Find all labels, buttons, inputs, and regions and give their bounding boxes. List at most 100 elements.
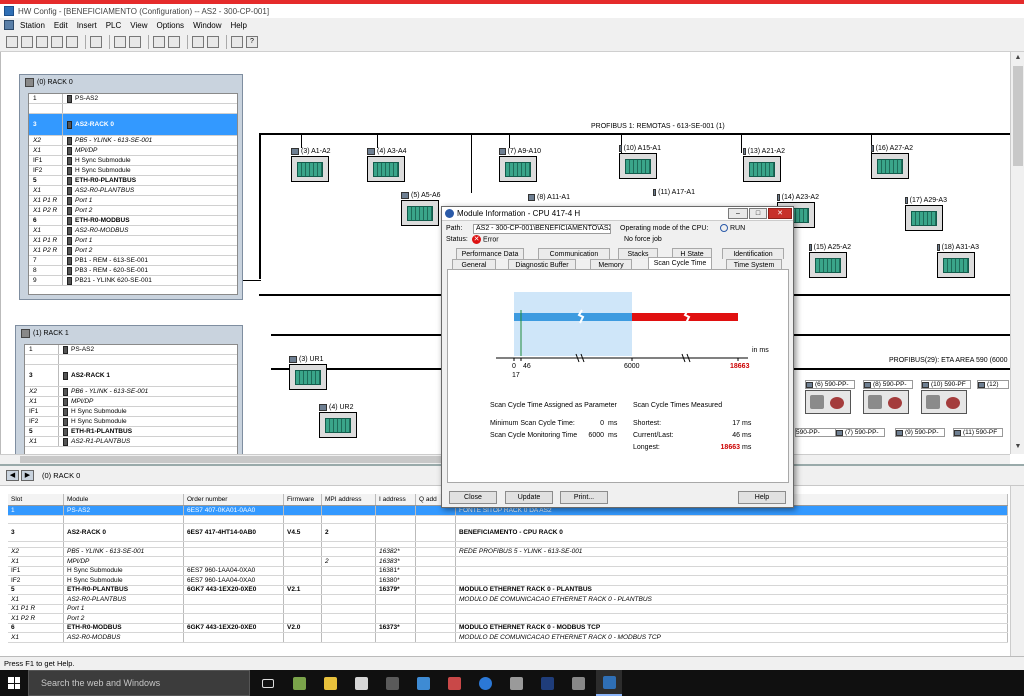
app-icon-9[interactable] xyxy=(565,670,591,696)
rack-row[interactable]: 5 ETH-R0-PLANTBUS xyxy=(29,176,237,186)
rack-row[interactable]: IF2 H Sync Submodule xyxy=(29,166,237,176)
new-icon[interactable] xyxy=(6,35,18,48)
compile-icon[interactable] xyxy=(66,35,78,48)
app-icon-6[interactable] xyxy=(441,670,467,696)
table-row[interactable]: 5 ETH-R0-PLANTBUS 6GK7 443-1EX20-0XE0 V2.1 1… xyxy=(8,585,1008,595)
rack-row[interactable]: 6 ETH-R0-MODBUS xyxy=(29,216,237,226)
network-icon[interactable] xyxy=(36,35,48,48)
paste-icon[interactable] xyxy=(129,35,141,48)
network-config-icon[interactable] xyxy=(231,35,243,48)
upload-icon[interactable] xyxy=(168,35,180,48)
rack-row-selected[interactable]: 3 AS2-RACK 0 xyxy=(29,114,237,136)
rack-row[interactable]: 9 PB21 - YLINK 620-SE-001 xyxy=(29,276,237,286)
path-field[interactable]: AS2 - 300-CP-001\BENEFICIAMENTO\AS2- xyxy=(473,224,611,234)
edge-icon[interactable] xyxy=(472,670,498,696)
app-icon-3[interactable] xyxy=(348,670,374,696)
rack-row[interactable]: 5 ETH-R1-PLANTBUS xyxy=(25,427,237,437)
menu-options[interactable]: Options xyxy=(156,21,184,30)
profibus-device-a29[interactable]: (17) A29-A3 xyxy=(905,197,947,237)
rack-row[interactable]: 1 PS-AS2 xyxy=(29,94,237,104)
rack-row[interactable]: X1 MPI/DP xyxy=(29,146,237,156)
tab-identification[interactable]: Identification xyxy=(722,248,784,259)
profibus-device-a9-a10[interactable]: (7) A9-A10 xyxy=(499,148,541,188)
profibus-device-a25[interactable]: (15) A25-A2 xyxy=(809,244,851,284)
rack-row[interactable]: X1 P1 R Port 1 xyxy=(29,196,237,206)
rack-row[interactable]: X2 PB6 - YLINK - 613-SE-001 xyxy=(25,387,237,397)
rack1-box[interactable]: (1) RACK 1 1 PS-AS2 3 AS2-RACK 1 X2 PB6 - Y… xyxy=(15,325,243,454)
profibus-device-a21[interactable]: (13) A21-A2 xyxy=(743,148,785,188)
profibus-device-a27[interactable]: (16) A27-A2 xyxy=(871,145,913,185)
save-icon[interactable] xyxy=(51,35,63,48)
app-icon-2[interactable] xyxy=(317,670,343,696)
app-icon-8[interactable] xyxy=(534,670,560,696)
pp-device-9[interactable]: (9) 590-PP- xyxy=(895,428,945,454)
table-row[interactable]: X1 MPI/DP 2 16383* xyxy=(8,557,1008,567)
help-icon[interactable]: ? xyxy=(246,35,258,48)
menu-window[interactable]: Window xyxy=(193,21,221,30)
table-row[interactable]: 3 AS2-RACK 0 6ES7 417-4HT14-0AB0 V4.5 2 BENEF… xyxy=(8,523,1008,542)
profibus-device-a31[interactable]: (18) A31-A3 xyxy=(937,244,979,284)
pp-device-11[interactable]: (11) 590-PF xyxy=(953,428,1003,454)
profibus-device-a5-a6[interactable]: (5) A5-A6 xyxy=(401,192,443,232)
profibus-device-a1-a2[interactable]: (3) A1-A2 xyxy=(291,148,333,188)
menu-help[interactable]: Help xyxy=(231,21,247,30)
profibus-device-ur1[interactable]: (3) UR1 xyxy=(289,356,331,396)
menu-view[interactable]: View xyxy=(130,21,147,30)
print-icon[interactable] xyxy=(90,35,102,48)
pp-device-6[interactable]: (6) 590-PP- xyxy=(805,380,855,418)
rack-row[interactable]: IF2 H Sync Submodule xyxy=(25,417,237,427)
rack-row[interactable]: X1 P2 R Port 2 xyxy=(29,246,237,256)
copy-icon[interactable] xyxy=(114,35,126,48)
rack-row[interactable]: X1 AS2-R0-PLANTBUS xyxy=(29,186,237,196)
scroll-down-icon[interactable]: ▼ xyxy=(1013,442,1023,452)
task-view-icon[interactable] xyxy=(255,670,281,696)
rack-row[interactable]: X1 AS2-R1-PLANTBUS xyxy=(25,437,237,447)
rack-row[interactable]: 3 AS2-RACK 1 xyxy=(25,365,237,387)
menu-station[interactable]: Station xyxy=(20,21,45,30)
help-button[interactable]: Help xyxy=(738,491,786,504)
back-arrow-icon[interactable]: ◀ xyxy=(6,470,19,481)
table-row[interactable]: X1 AS2-R0-PLANTBUS MODULO DE COMUNICACAO E… xyxy=(8,595,1008,605)
tab-communication[interactable]: Communication xyxy=(538,248,610,259)
table-row[interactable]: X1 P1 R Port 1 xyxy=(8,604,1008,614)
close-button[interactable]: Close xyxy=(449,491,497,504)
workspace-vertical-scrollbar[interactable]: ▲ ▼ xyxy=(1010,52,1024,454)
window-icon[interactable] xyxy=(207,35,219,48)
profibus-device-a15[interactable]: (10) A15-A1 xyxy=(619,145,661,185)
menu-plc[interactable]: PLC xyxy=(106,21,122,30)
taskbar-search-box[interactable]: Search the web and Windows xyxy=(28,670,250,696)
minimize-icon[interactable]: – xyxy=(728,208,748,219)
table-row[interactable]: X2 PB5 - YLINK - 613-SE-001 16382* REDE PRO… xyxy=(8,547,1008,557)
table-row[interactable]: X1 AS2-R0-MODBUS MODULO DE COMUNICACAO ETH… xyxy=(8,633,1008,643)
start-button[interactable] xyxy=(0,670,28,696)
table-row[interactable]: IF2 H Sync Submodule 6ES7 960-1AA04-0XA0 16… xyxy=(8,576,1008,586)
open-icon[interactable] xyxy=(21,35,33,48)
forward-arrow-icon[interactable]: ▶ xyxy=(21,470,34,481)
table-vertical-scrollbar[interactable] xyxy=(1010,486,1024,658)
app-icon-7[interactable] xyxy=(503,670,529,696)
print-button[interactable]: Print... xyxy=(560,491,608,504)
profibus-device-ur2[interactable]: (4) UR2 xyxy=(319,404,361,444)
pp-device-12[interactable]: (12) xyxy=(977,380,1009,418)
profibus1-line[interactable] xyxy=(259,133,1010,135)
scroll-thumb[interactable] xyxy=(1013,66,1023,166)
menu-edit[interactable]: Edit xyxy=(54,21,68,30)
table-row[interactable]: 6 ETH-R0-MODBUS 6GK7 443-1EX20-0XE0 V2.0 163… xyxy=(8,623,1008,633)
table-row[interactable]: IF1 H Sync Submodule 6ES7 960-1AA04-0XA0 16… xyxy=(8,566,1008,576)
rack-row[interactable]: X1 AS2-R0-MODBUS xyxy=(29,226,237,236)
hw-config-taskbar-icon[interactable] xyxy=(596,670,622,696)
maximize-icon[interactable]: □ xyxy=(749,208,767,219)
pp-device-10[interactable]: (10) 590-PF xyxy=(921,380,971,418)
rack-row[interactable]: 8 PB3 - REM - 620-SE-001 xyxy=(29,266,237,276)
app-icon-5[interactable] xyxy=(410,670,436,696)
tab-performance-data[interactable]: Performance Data xyxy=(456,248,524,259)
rack-row[interactable]: 7 PB1 - REM - 613-SE-001 xyxy=(29,256,237,266)
pp-device-8[interactable]: (8) 590-PP- xyxy=(863,380,913,418)
update-button[interactable]: Update xyxy=(505,491,553,504)
scroll-up-icon[interactable]: ▲ xyxy=(1013,53,1023,63)
table-row[interactable]: X1 P2 R Port 2 xyxy=(8,614,1008,624)
menu-insert[interactable]: Insert xyxy=(77,21,97,30)
rack-row[interactable]: X2 PB5 - YLINK - 613-SE-001 xyxy=(29,136,237,146)
app-icon-1[interactable] xyxy=(286,670,312,696)
rack-row[interactable]: 1 PS-AS2 xyxy=(25,345,237,355)
